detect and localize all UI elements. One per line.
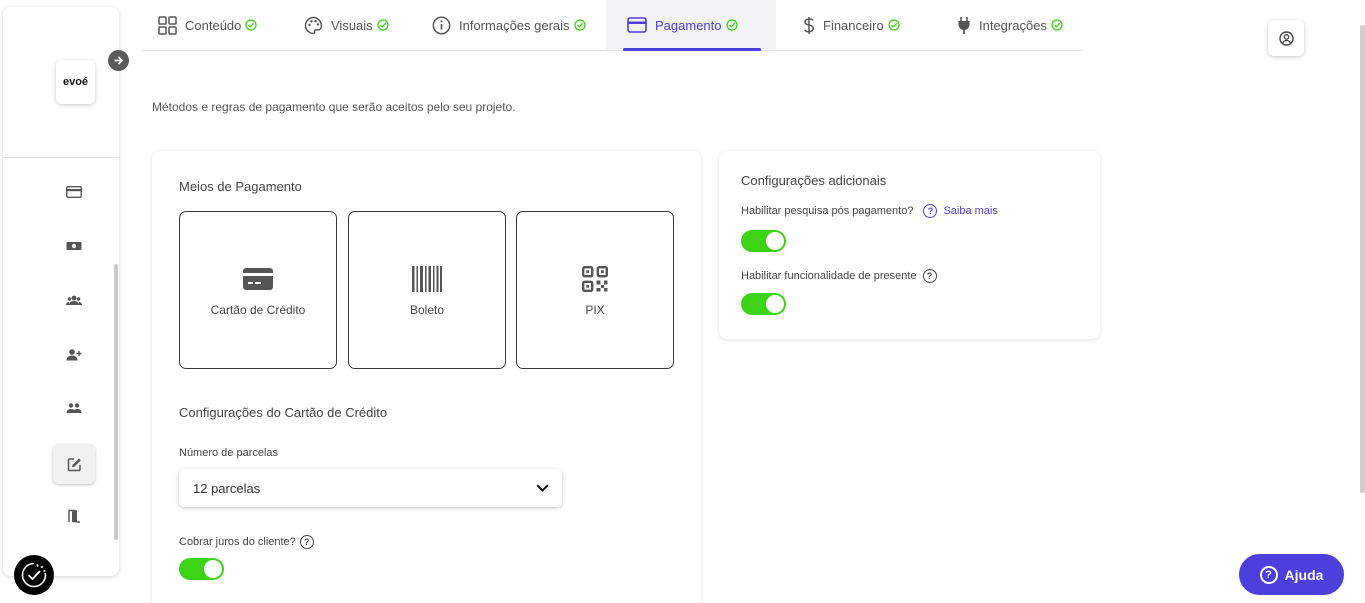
- exit-door-icon: [68, 509, 80, 523]
- tab-label: Informações gerais: [459, 17, 570, 33]
- logo[interactable]: evoé: [56, 60, 95, 104]
- sidebar-item-users[interactable]: [53, 280, 95, 320]
- installments-value: 12 parcelas: [193, 480, 261, 496]
- additional-settings-title: Configurações adicionais: [741, 173, 887, 188]
- interest-label-row: Cobrar juros do cliente? ?: [179, 535, 314, 549]
- help-icon[interactable]: ?: [299, 535, 314, 549]
- check-circle-icon: [888, 19, 900, 31]
- payment-method-credit-card[interactable]: Cartão de Crédito: [179, 211, 337, 369]
- user-add-icon: [66, 348, 82, 360]
- tab-visuais[interactable]: Visuais: [284, 0, 412, 50]
- tab-informacoes-gerais[interactable]: Informações gerais: [412, 0, 606, 50]
- users-icon: [66, 295, 82, 305]
- sidebar: evoé: [3, 7, 119, 576]
- sidebar-item-payments[interactable]: [53, 172, 95, 212]
- expand-sidebar-button[interactable]: [108, 50, 129, 71]
- help-button-label: Ajuda: [1284, 566, 1324, 583]
- tab-label: Integrações: [979, 17, 1047, 33]
- payment-method-label: Cartão de Crédito: [210, 303, 306, 317]
- sidebar-item-groups[interactable]: [53, 388, 95, 428]
- help-icon: ?: [1259, 565, 1278, 584]
- arrow-right-icon: [114, 56, 124, 65]
- active-tab-indicator: [623, 48, 761, 51]
- payment-methods-title: Meios de Pagamento: [179, 179, 302, 194]
- gift-toggle[interactable]: [741, 293, 786, 315]
- check-circle-icon: [725, 19, 738, 31]
- check-circle-icon: [1051, 19, 1063, 31]
- page-scrollbar[interactable]: [1360, 25, 1365, 493]
- installments-label: Número de parcelas: [179, 447, 279, 459]
- gift-label-row: Habilitar funcionalidade de presente ?: [741, 269, 937, 283]
- group-icon: [66, 402, 82, 413]
- barcode-icon: [412, 266, 442, 292]
- survey-label-row: Habilitar pesquisa pós pagamento? ? Saib…: [741, 204, 998, 218]
- credit-card-icon: [66, 186, 82, 198]
- payment-method-label: Boleto: [409, 303, 445, 317]
- additional-settings-card: Configurações adicionais Habilitar pesqu…: [719, 151, 1100, 339]
- credit-card-icon: [243, 268, 273, 290]
- tab-bar: Conteúdo Visuais Informações gerais Paga…: [142, 0, 1083, 51]
- learn-more-link[interactable]: Saiba mais: [943, 205, 997, 217]
- cookie-settings-button[interactable]: [14, 555, 54, 595]
- grid-icon: [158, 15, 177, 35]
- tab-integracoes[interactable]: Integrações: [924, 0, 1083, 50]
- logo-text: evoé: [62, 76, 89, 88]
- check-circle-icon: [245, 19, 258, 31]
- toggle-knob: [766, 232, 784, 250]
- page-subtitle: Métodos e regras de pagamento que serão …: [152, 100, 516, 114]
- sidebar-divider: [3, 157, 119, 158]
- tab-pagamento[interactable]: Pagamento: [606, 0, 776, 51]
- interest-toggle[interactable]: [179, 558, 224, 580]
- survey-label: Habilitar pesquisa pós pagamento?: [741, 205, 914, 217]
- survey-toggle[interactable]: [741, 230, 786, 252]
- tab-label: Conteúdo: [185, 17, 242, 33]
- plug-icon: [958, 16, 970, 34]
- qr-code-icon: [582, 266, 608, 292]
- tab-label: Financeiro: [823, 17, 884, 33]
- sidebar-item-add-user[interactable]: [53, 334, 95, 374]
- info-icon: [432, 16, 451, 34]
- toggle-knob: [204, 560, 222, 578]
- sidebar-scrollbar[interactable]: [114, 264, 118, 540]
- money-icon: [66, 242, 82, 250]
- gift-label: Habilitar funcionalidade de presente: [741, 270, 917, 282]
- credit-card-icon: [627, 17, 647, 33]
- tab-label: Pagamento: [655, 17, 722, 33]
- user-circle-icon: [1278, 30, 1294, 46]
- tab-conteudo[interactable]: Conteúdo: [142, 0, 284, 50]
- dollar-icon: [804, 16, 814, 34]
- credit-card-settings-title: Configurações do Cartão de Crédito: [179, 405, 388, 420]
- sidebar-item-exit[interactable]: [53, 496, 95, 536]
- tab-financeiro[interactable]: Financeiro: [776, 0, 924, 50]
- tab-label: Visuais: [331, 17, 373, 33]
- help-button[interactable]: ? Ajuda: [1239, 554, 1344, 595]
- payment-methods-card: Meios de Pagamento Cartão de Crédito Bol…: [152, 151, 701, 603]
- installments-select[interactable]: 12 parcelas: [179, 469, 562, 507]
- sidebar-item-edit[interactable]: [53, 444, 95, 484]
- edit-icon: [67, 457, 81, 471]
- help-icon[interactable]: ?: [922, 269, 937, 283]
- interest-label: Cobrar juros do cliente?: [179, 536, 296, 548]
- check-circle-icon: [377, 19, 389, 31]
- chevron-down-icon: [536, 484, 549, 492]
- payment-method-boleto[interactable]: Boleto: [348, 211, 506, 369]
- toggle-knob: [766, 295, 784, 313]
- help-icon[interactable]: ?: [923, 204, 938, 218]
- payment-method-label: PIX: [585, 303, 605, 317]
- cookie-check-icon: [21, 562, 47, 588]
- palette-icon: [304, 16, 323, 34]
- app-root: evoé Conteúdo Visuais Informações gerais…: [0, 0, 1365, 603]
- sidebar-item-finance[interactable]: [53, 226, 95, 266]
- user-profile-button[interactable]: [1268, 20, 1304, 56]
- check-circle-icon: [573, 19, 586, 31]
- payment-method-pix[interactable]: PIX: [516, 211, 674, 369]
